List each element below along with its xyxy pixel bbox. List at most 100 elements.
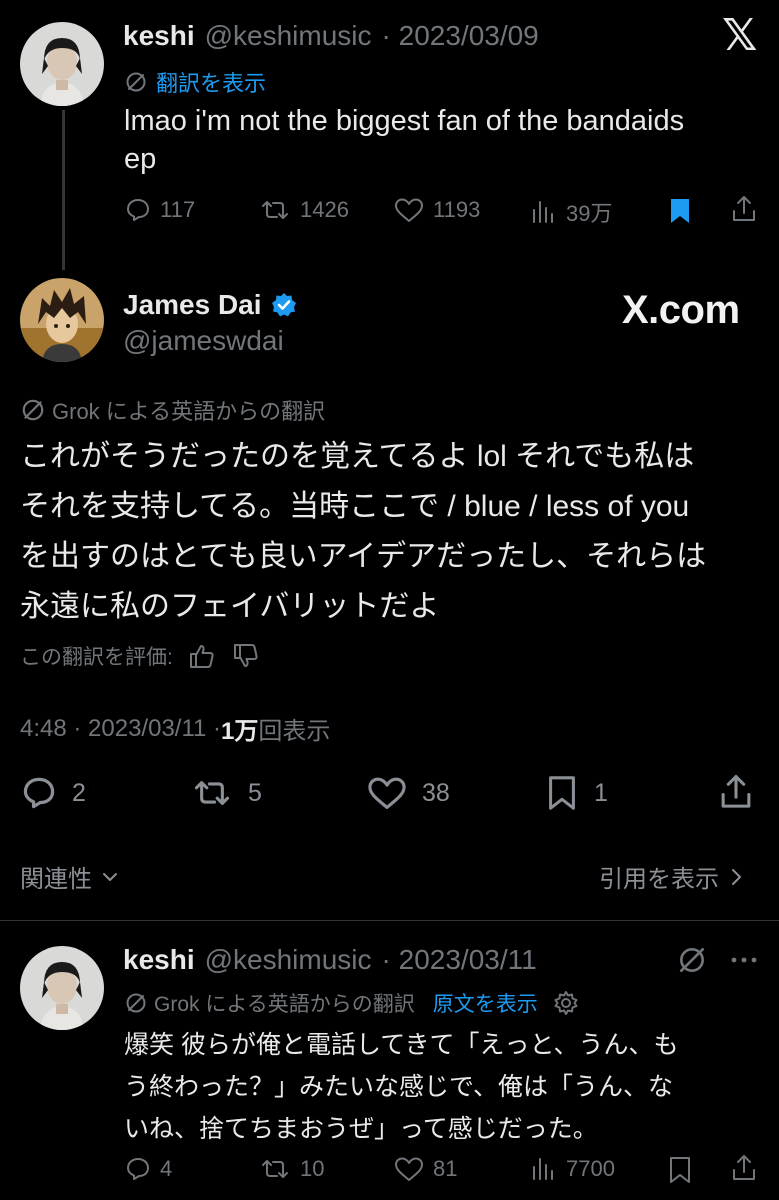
tweet-date[interactable]: · 2023/03/09	[382, 20, 539, 52]
grok-label: Grok による英語からの翻訳	[52, 399, 326, 424]
share-button[interactable]	[730, 1153, 758, 1188]
analytics-icon	[533, 201, 553, 223]
tweet-header: James Dai	[123, 289, 298, 321]
tweet-time[interactable]: 4:48 · 2023/03/11 ·	[20, 715, 221, 743]
quotes-label: 引用を表示	[599, 866, 719, 893]
tweet-text: lmao i'm not the biggest fan of the band…	[124, 102, 684, 178]
display-name[interactable]: James Dai	[123, 289, 262, 321]
heart-icon	[395, 198, 423, 222]
views-button[interactable]: 7700	[530, 1155, 615, 1183]
show-original-link[interactable]: 原文を表示	[433, 988, 538, 1018]
tweet-text-line: いね、捨てちまおうぜ」って感じだった。	[124, 1115, 598, 1143]
view-count: 7700	[566, 1156, 615, 1181]
settings-gear-icon[interactable]	[552, 989, 580, 1017]
avatar[interactable]	[20, 22, 104, 106]
translate-icon	[126, 993, 146, 1013]
translate-link[interactable]: 翻訳を表示	[124, 66, 266, 98]
retweet-count: 5	[248, 778, 262, 807]
tweet-meta: 4:48 · 2023/03/11 · 1万 回表示	[20, 711, 330, 746]
user-handle[interactable]: @keshimusic	[205, 20, 372, 52]
view-quotes-link[interactable]: 引用を表示	[599, 859, 745, 894]
grok-translation-label: Grok による英語からの翻訳 原文を表示	[124, 988, 580, 1018]
tweet-text-line: う終わった？」みたいな感じで、俺は「うん、な	[124, 1073, 674, 1101]
display-name[interactable]: keshi	[123, 944, 195, 976]
tweet-text-line: これがそうだったのを覚えてるよ lol それでも私は	[20, 440, 695, 473]
bookmark-count: 1	[594, 778, 608, 807]
share-icon	[733, 1155, 755, 1180]
reply-count: 2	[72, 778, 86, 807]
reply-button[interactable]: 4	[124, 1155, 172, 1183]
grok-button[interactable]	[676, 944, 708, 981]
bookmark-button[interactable]: 1	[544, 774, 608, 812]
tweet-date[interactable]: · 2023/03/11	[382, 944, 537, 976]
user-handle[interactable]: @keshimusic	[205, 944, 372, 976]
bookmark-icon	[549, 776, 575, 810]
retweet-button[interactable]: 1426	[258, 196, 349, 224]
reply-count: 4	[160, 1156, 173, 1181]
thumbs-up-icon[interactable]	[187, 641, 217, 671]
reply-count: 117	[160, 197, 196, 222]
reply-icon	[127, 199, 149, 221]
view-count: 39万	[566, 201, 613, 226]
heart-icon	[395, 1157, 423, 1181]
display-name[interactable]: keshi	[123, 20, 195, 52]
like-count: 38	[422, 778, 450, 807]
tweet-text: 爆笑 彼らが俺と電話してきて「えっと、うん、も う終わった？」みたいな感じで、俺…	[124, 1024, 678, 1150]
like-count: 1193	[433, 197, 481, 222]
thread-line	[62, 110, 65, 270]
tweet-text-line: を出すのはとても良いアイデアだったし、それらは	[20, 540, 707, 573]
rate-translation: この翻訳を評価:	[20, 641, 261, 671]
divider	[0, 920, 779, 921]
user-handle[interactable]: @jameswdai	[123, 325, 284, 357]
like-count: 81	[433, 1156, 458, 1181]
grok-label: Grok による英語からの翻訳	[154, 993, 415, 1016]
reply-icon	[127, 1158, 149, 1180]
thumbs-down-icon[interactable]	[231, 641, 261, 671]
like-button[interactable]: 1193	[393, 196, 480, 224]
watermark: X.com	[622, 288, 740, 332]
grok-translation-label: Grok による英語からの翻訳	[20, 394, 325, 426]
more-options-button[interactable]	[728, 952, 760, 973]
like-button[interactable]: 81	[393, 1155, 457, 1183]
reply-button[interactable]: 117	[124, 196, 195, 224]
more-icon	[731, 957, 757, 963]
share-button[interactable]	[730, 194, 758, 229]
heart-icon	[368, 777, 406, 810]
views-button[interactable]: 39万	[530, 196, 612, 228]
bookmark-icon	[670, 1157, 690, 1183]
retweet-icon	[262, 1160, 288, 1178]
bookmark-button[interactable]	[666, 196, 694, 231]
views-label: 回表示	[258, 718, 331, 745]
avatar[interactable]	[20, 278, 104, 362]
analytics-icon	[533, 1158, 553, 1180]
grok-icon	[680, 948, 704, 972]
retweet-count: 1426	[300, 197, 349, 222]
retweet-button[interactable]: 5	[190, 774, 262, 812]
tweet-text-line: lmao i'm not the biggest fan of the band…	[124, 105, 685, 137]
retweet-icon	[194, 781, 230, 805]
chevron-right-icon	[732, 868, 741, 885]
translate-icon	[126, 72, 146, 92]
translate-icon	[22, 399, 44, 421]
retweet-icon	[262, 201, 288, 219]
translate-label[interactable]: 翻訳を表示	[156, 66, 266, 98]
share-icon	[733, 196, 755, 221]
view-count: 1万	[221, 718, 259, 745]
relevance-label: 関連性	[20, 866, 92, 893]
tweet-text: これがそうだったのを覚えてるよ lol それでも私は それを支持してる。当時ここ…	[20, 432, 706, 632]
tweet-text-line: 爆笑 彼らが俺と電話してきて「えっと、うん、も	[124, 1031, 679, 1059]
like-button[interactable]: 38	[366, 774, 450, 812]
sort-relevance-dropdown[interactable]: 関連性	[20, 859, 120, 894]
tweet-text-line: ep	[124, 143, 157, 175]
bookmark-button[interactable]	[666, 1155, 694, 1190]
verified-badge-icon	[271, 293, 296, 317]
reply-icon	[23, 777, 55, 809]
rate-label: この翻訳を評価:	[20, 646, 173, 669]
tweet-text-line: それを支持してる。当時ここで / blue / less of you	[20, 490, 690, 523]
retweet-button[interactable]: 10	[258, 1155, 324, 1183]
share-icon	[721, 775, 751, 808]
share-button[interactable]	[718, 772, 754, 817]
avatar[interactable]	[20, 946, 104, 1030]
bookmark-filled-icon	[671, 199, 689, 223]
reply-button[interactable]: 2	[20, 774, 86, 812]
